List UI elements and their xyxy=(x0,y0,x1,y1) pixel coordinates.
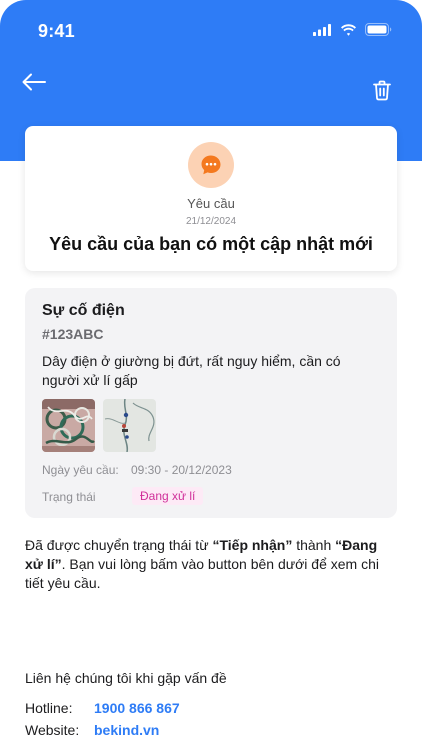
message-part-2: thành xyxy=(292,537,336,553)
notification-date: 21/12/2024 xyxy=(185,216,237,227)
hotline-label: Hotline: xyxy=(25,700,73,716)
notification-card: Yêu cầu 21/12/2024 Yêu cầu của bạn có mộ… xyxy=(25,126,397,271)
request-status-label: Trạng thái xyxy=(42,490,96,504)
battery-icon xyxy=(365,23,392,36)
delete-button[interactable] xyxy=(370,77,394,103)
request-title: Sự cố điện xyxy=(42,302,125,319)
notification-avatar xyxy=(188,142,234,188)
hotline-link[interactable]: 1900 866 867 xyxy=(94,700,180,716)
message-part-1: Đã được chuyển trạng thái từ xyxy=(25,537,213,553)
message-status-from: “Tiếp nhận” xyxy=(212,537,293,553)
request-status-row: Trạng thái Đang xử lí xyxy=(42,487,204,505)
chat-bubble-icon xyxy=(201,155,221,175)
status-bar: 9:41 xyxy=(0,0,422,60)
request-card[interactable]: Sự cố điện #123ABC Dây điện ở giường bị … xyxy=(25,288,397,518)
wifi-icon xyxy=(341,23,356,36)
status-change-message: Đã được chuyển trạng thái từ “Tiếp nhận”… xyxy=(25,536,397,593)
request-date-value: 09:30 - 20/12/2023 xyxy=(131,463,232,477)
back-button[interactable] xyxy=(18,68,50,96)
trash-icon xyxy=(373,80,391,100)
request-code: #123ABC xyxy=(42,326,104,342)
website-row: Website: bekind.vn xyxy=(25,722,159,738)
request-date-row: Ngày yêu cầu: 09:30 - 20/12/2023 xyxy=(42,463,232,477)
arrow-left-icon xyxy=(22,73,46,91)
status-badge: Đang xử lí xyxy=(132,487,204,505)
notification-title: Yêu cầu của bạn có một cập nhật mới xyxy=(49,234,373,254)
message-part-3: . Bạn vui lòng bấm vào button bên dưới đ… xyxy=(25,556,379,591)
request-date-label: Ngày yêu cầu: xyxy=(42,463,119,477)
status-icons xyxy=(313,23,392,36)
status-time: 9:41 xyxy=(38,21,75,41)
request-photo-2[interactable] xyxy=(103,399,156,452)
request-photos xyxy=(42,399,156,452)
website-label: Website: xyxy=(25,722,80,738)
hotline-row: Hotline: 1900 866 867 xyxy=(25,700,180,716)
cellular-signal-icon xyxy=(313,23,331,36)
notification-type: Yêu cầu xyxy=(187,196,235,211)
request-photo-1[interactable] xyxy=(42,399,95,452)
request-description: Dây điện ở giường bị đứt, rất nguy hiểm,… xyxy=(42,353,341,388)
contact-title: Liên hệ chúng tôi khi gặp vấn đề xyxy=(25,670,227,686)
website-link[interactable]: bekind.vn xyxy=(94,722,159,738)
